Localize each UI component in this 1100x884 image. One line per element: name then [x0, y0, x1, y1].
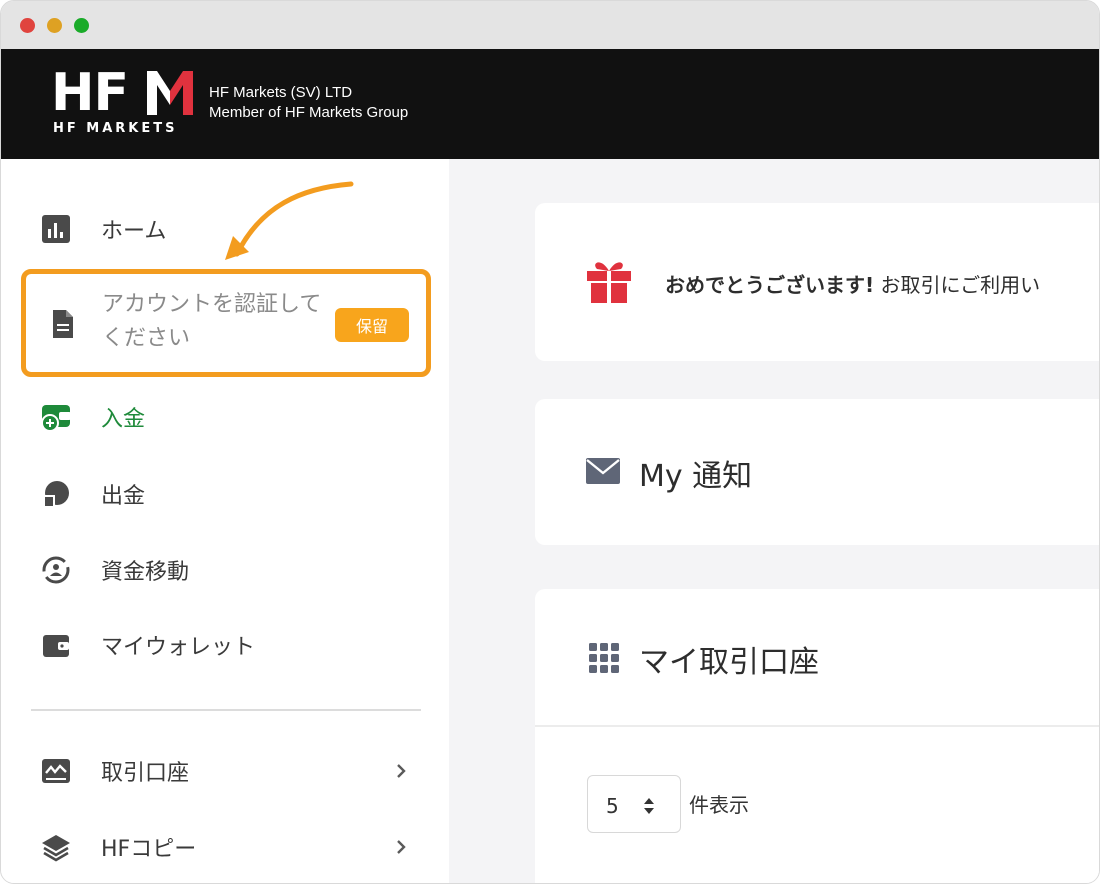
page-size-value: 5: [606, 794, 619, 818]
wallet-icon: [39, 628, 73, 662]
grid-icon: [589, 643, 619, 673]
company-name: HF Markets (SV) LTD: [209, 84, 353, 101]
sidebar-divider: [31, 709, 421, 711]
withdraw-icon: [39, 477, 73, 511]
sidebar-item-label: マイウォレット: [101, 635, 256, 660]
sidebar-item-trading-accounts[interactable]: 取引口座: [39, 751, 419, 791]
sort-arrows-icon: [644, 798, 654, 814]
sidebar-item-label: 資金移動: [101, 560, 190, 585]
sidebar-item-label: 取引口座: [101, 761, 190, 786]
browser-window: HF HF MARKETS HF Markets (SV) LTD Member…: [0, 0, 1100, 884]
sidebar-item-home[interactable]: ホーム: [39, 209, 166, 249]
logo-subtitle: HF MARKETS: [53, 121, 178, 136]
sidebar-item-hf-copy[interactable]: HFコピー: [39, 827, 419, 867]
wallet-plus-icon: [39, 400, 73, 434]
trading-accounts-card: マイ取引口座 5 件表示: [535, 589, 1099, 883]
hfm-logo[interactable]: HF HF MARKETS: [51, 67, 196, 139]
trading-chart-icon: [39, 754, 73, 788]
sidebar-item-label: 入金: [101, 407, 146, 432]
sidebar-item-transfer[interactable]: 資金移動: [39, 550, 189, 590]
gift-icon: [587, 262, 631, 303]
sidebar-item-label: アカウントを認証してください: [102, 292, 322, 351]
layers-icon: [39, 830, 73, 864]
app-header: HF HF MARKETS HF Markets (SV) LTD Member…: [1, 49, 1099, 159]
page-size-label: 件表示: [689, 793, 749, 817]
company-group: Member of HF Markets Group: [209, 104, 409, 121]
congratulations-text: おめでとうございます! お取引にご利用い: [665, 269, 1040, 298]
chevron-right-icon: [397, 764, 406, 778]
chevron-right-icon: [397, 840, 406, 854]
card-divider: [535, 725, 1099, 727]
sidebar-item-my-wallet[interactable]: マイウォレット: [39, 625, 255, 665]
main-content: おめでとうございます! お取引にご利用い My 通知 マイ取引口座 5 件表示: [449, 159, 1099, 883]
mail-icon: [586, 458, 620, 484]
trading-accounts-title: マイ取引口座: [639, 645, 819, 680]
congratulations-bold: おめでとうございます!: [665, 273, 875, 297]
sidebar-item-withdraw[interactable]: 出金: [39, 474, 145, 514]
notice-card: おめでとうございます! お取引にご利用い: [535, 203, 1099, 361]
minimize-window-button[interactable]: [47, 18, 62, 33]
maximize-window-button[interactable]: [74, 18, 89, 33]
document-icon: [53, 310, 73, 338]
company-info: HF Markets (SV) LTD Member of HF Markets…: [209, 83, 408, 123]
notifications-title: My 通知: [639, 459, 753, 494]
logo-letters: HF: [51, 63, 129, 123]
congratulations-body: お取引にご利用い: [874, 273, 1041, 297]
sidebar-item-verify-account[interactable]: アカウントを認証してください 保留: [21, 269, 431, 377]
sidebar-item-label: HFコピー: [101, 837, 197, 862]
sidebar-item-deposit[interactable]: 入金: [39, 397, 145, 437]
window-titlebar: [1, 1, 1099, 49]
bar-chart-icon: [39, 212, 73, 246]
annotation-arrow-icon: [225, 181, 354, 260]
sidebar-item-label: ホーム: [101, 219, 167, 244]
logo-m-icon: [147, 71, 193, 115]
notifications-card: My 通知: [535, 399, 1099, 545]
sidebar-item-label: 出金: [101, 484, 146, 509]
page-size-select[interactable]: 5: [587, 775, 681, 833]
close-window-button[interactable]: [20, 18, 35, 33]
status-badge: 保留: [335, 308, 409, 342]
transfer-icon: [39, 553, 73, 587]
